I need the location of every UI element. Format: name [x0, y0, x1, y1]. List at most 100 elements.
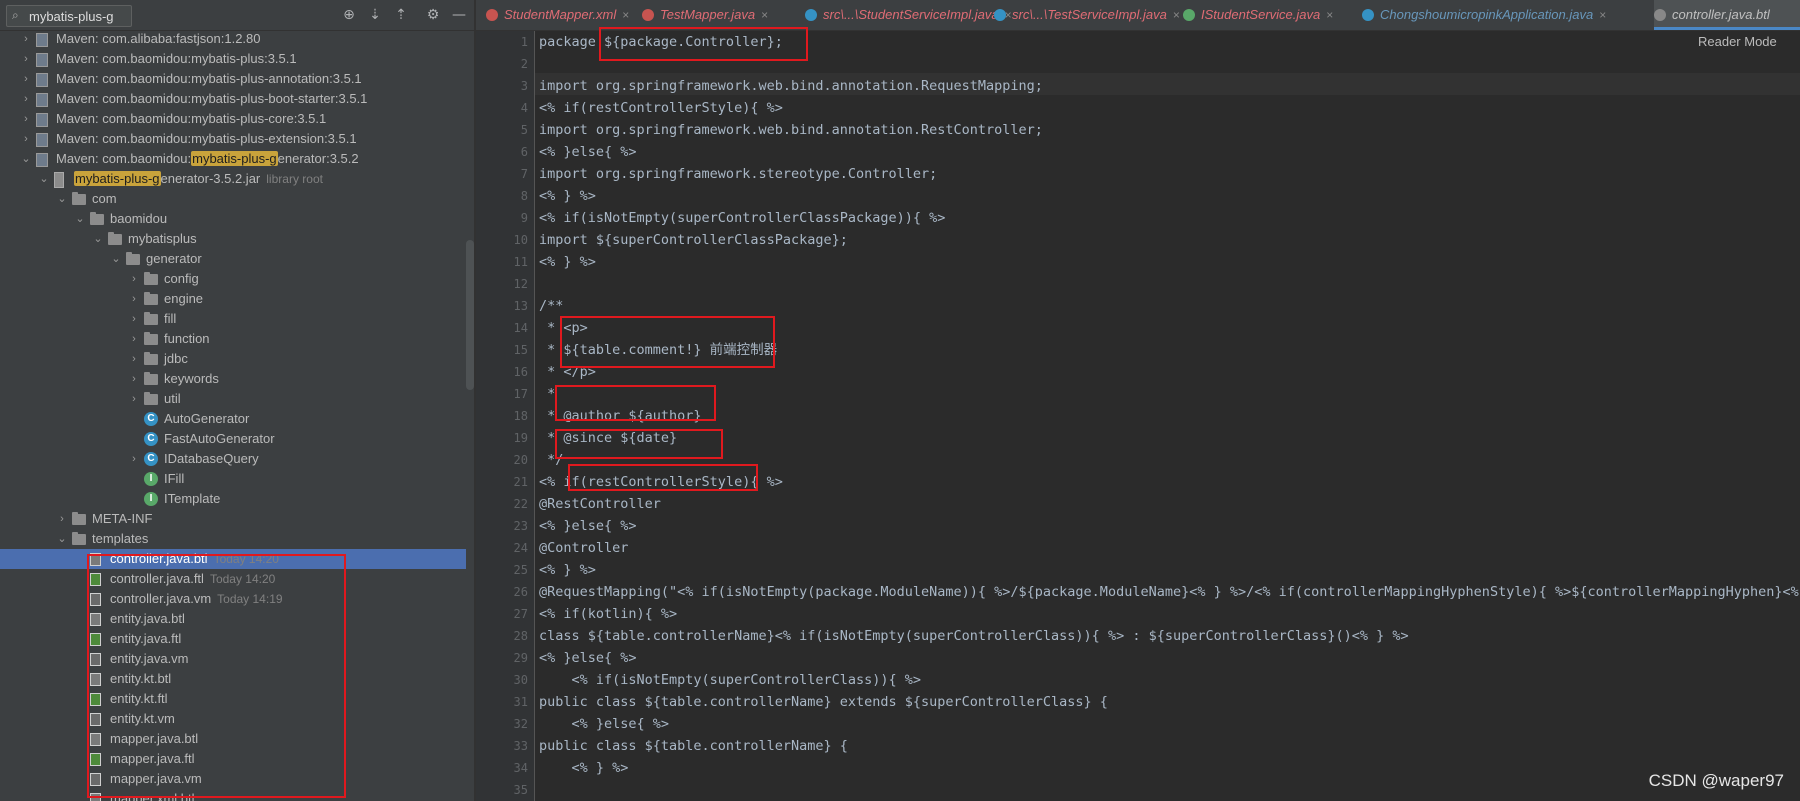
editor-tab[interactable]: src\...\TestServiceImpl.java ×	[994, 0, 1180, 30]
chevron-right-icon[interactable]: ›	[20, 49, 32, 69]
collapse-all-icon[interactable]: ⇡	[392, 5, 410, 25]
editor-tab[interactable]: src\...\StudentServiceImpl.java ×	[805, 0, 1012, 30]
code-line[interactable]: * @author ${author}	[539, 405, 701, 427]
code-line[interactable]: import org.springframework.web.bind.anno…	[539, 75, 1043, 97]
code-line[interactable]: @Controller	[539, 537, 628, 559]
code-line[interactable]: <% }else{ %>	[539, 713, 670, 735]
chevron-right-icon[interactable]: ›	[128, 449, 140, 469]
tree-search-box[interactable]: ⌕ mybatis-plus-g	[6, 5, 132, 27]
code-line[interactable]: */	[539, 449, 563, 471]
tree-row[interactable]: I IFill	[0, 469, 466, 489]
chevron-down-icon[interactable]: ⌄	[38, 169, 50, 189]
hide-panel-icon[interactable]: —	[450, 5, 468, 25]
tree-row[interactable]: › function	[0, 329, 466, 349]
tree-row[interactable]: controller.java.btl Today 14:20	[0, 549, 466, 569]
code-line[interactable]: /**	[539, 295, 563, 317]
tree-row[interactable]: › C IDatabaseQuery	[0, 449, 466, 469]
gear-icon[interactable]: ⚙	[424, 5, 442, 25]
code-line[interactable]: <% } %>	[539, 757, 629, 779]
code-line[interactable]: <% }else{ %>	[539, 141, 637, 163]
tree-scrollbar[interactable]	[466, 240, 474, 390]
code-line[interactable]: public class ${table.controllerName} ext…	[539, 691, 1108, 713]
tree-row[interactable]: entity.java.vm	[0, 649, 466, 669]
code-line[interactable]: @RestController	[539, 493, 661, 515]
tree-row[interactable]: mapper.java.ftl	[0, 749, 466, 769]
tree-row[interactable]: C FastAutoGenerator	[0, 429, 466, 449]
chevron-right-icon[interactable]: ›	[128, 309, 140, 329]
code-line[interactable]: class ${table.controllerName}<% if(isNot…	[539, 625, 1409, 647]
editor-tab[interactable]: controller.java.btl	[1654, 0, 1800, 30]
editor-tab[interactable]: TestMapper.java ×	[642, 0, 800, 30]
code-line[interactable]: <% if(restControllerStyle){ %>	[539, 471, 783, 493]
code-line[interactable]: import org.springframework.web.bind.anno…	[539, 119, 1043, 141]
tree-row[interactable]: › Maven: com.baomidou:mybatis-plus-core:3…	[0, 109, 466, 129]
tree-row[interactable]: entity.kt.vm	[0, 709, 466, 729]
chevron-down-icon[interactable]: ⌄	[74, 209, 86, 229]
tree-row[interactable]: mapper.java.btl	[0, 729, 466, 749]
code-line[interactable]: <% } %>	[539, 251, 596, 273]
chevron-down-icon[interactable]: ⌄	[92, 229, 104, 249]
code-editor[interactable]: package ${package.Controller}; import org…	[535, 31, 1800, 801]
code-line[interactable]: <% if(isNotEmpty(superControllerClassPac…	[539, 207, 945, 229]
tree-row[interactable]: ⌄ baomidou	[0, 209, 466, 229]
code-line[interactable]: *	[539, 383, 555, 405]
locate-icon[interactable]: ⊕	[340, 5, 358, 25]
tree-search-input[interactable]: mybatis-plus-g	[29, 9, 114, 24]
tree-row[interactable]: ⌄ mybatis-plus-generator-3.5.2.jar library…	[0, 169, 466, 189]
tree-row[interactable]: › keywords	[0, 369, 466, 389]
close-icon[interactable]: ×	[761, 8, 768, 22]
editor-tab[interactable]: IStudentService.java ×	[1183, 0, 1358, 30]
chevron-right-icon[interactable]: ›	[20, 69, 32, 89]
tree-row[interactable]: › engine	[0, 289, 466, 309]
code-line[interactable]: <% if(isNotEmpty(superControllerClass)){…	[539, 669, 922, 691]
code-line[interactable]: * ${table.comment!} 前端控制器	[539, 339, 777, 361]
code-line[interactable]: <% }else{ %>	[539, 515, 637, 537]
tree-row[interactable]: mapper.xml.btl	[0, 789, 466, 801]
tree-row[interactable]: controller.java.ftl Today 14:20	[0, 569, 466, 589]
tree-row[interactable]: ⌄ templates	[0, 529, 466, 549]
tree-row[interactable]: ⌄ com	[0, 189, 466, 209]
code-line[interactable]: import ${superControllerClassPackage};	[539, 229, 848, 251]
code-line[interactable]: @RequestMapping("<% if(isNotEmpty(packag…	[539, 581, 1800, 603]
tree-row[interactable]: entity.java.btl	[0, 609, 466, 629]
tree-row[interactable]: › fill	[0, 309, 466, 329]
tree-row[interactable]: ⌄ mybatisplus	[0, 229, 466, 249]
chevron-right-icon[interactable]: ›	[128, 329, 140, 349]
code-line[interactable]: <% if(restControllerStyle){ %>	[539, 97, 783, 119]
code-line[interactable]: * @since ${date}	[539, 427, 677, 449]
tree-row[interactable]: ⌄ generator	[0, 249, 466, 269]
close-icon[interactable]: ×	[622, 8, 629, 22]
chevron-right-icon[interactable]: ›	[128, 389, 140, 409]
tree-row[interactable]: › Maven: com.baomidou:mybatis-plus:3.5.1	[0, 49, 466, 69]
chevron-down-icon[interactable]: ⌄	[20, 149, 32, 169]
tree-row[interactable]: controller.java.vm Today 14:19	[0, 589, 466, 609]
tree-row[interactable]: › Maven: com.baomidou:mybatis-plus-annota…	[0, 69, 466, 89]
tree-row[interactable]: › jdbc	[0, 349, 466, 369]
code-line[interactable]: import org.springframework.stereotype.Co…	[539, 163, 937, 185]
tree-row[interactable]: C AutoGenerator	[0, 409, 466, 429]
close-icon[interactable]: ×	[1173, 8, 1180, 22]
code-line[interactable]: package ${package.Controller};	[539, 31, 783, 53]
chevron-down-icon[interactable]: ⌄	[56, 189, 68, 209]
code-line[interactable]: <% } %>	[539, 559, 596, 581]
code-line[interactable]: * <p>	[539, 317, 588, 339]
tree-row[interactable]: › config	[0, 269, 466, 289]
tree-row[interactable]: › Maven: com.alibaba:fastjson:1.2.80	[0, 29, 466, 49]
tree-row[interactable]: › Maven: com.baomidou:mybatis-plus-extens…	[0, 129, 466, 149]
editor-tab[interactable]: StudentMapper.xml ×	[486, 0, 638, 30]
code-line[interactable]: <% } %>	[539, 185, 596, 207]
tree-row[interactable]: entity.kt.btl	[0, 669, 466, 689]
expand-all-icon[interactable]: ⇣	[366, 5, 384, 25]
tree-row[interactable]: entity.kt.ftl	[0, 689, 466, 709]
editor-tab[interactable]: ChongshoumicropinkApplication.java ×	[1362, 0, 1650, 30]
code-line[interactable]: <% if(kotlin){ %>	[539, 603, 677, 625]
reader-mode-toggle[interactable]: Reader Mode	[1698, 34, 1777, 49]
chevron-right-icon[interactable]: ›	[128, 289, 140, 309]
code-line[interactable]: public class ${table.controllerName} {	[539, 735, 848, 757]
close-icon[interactable]: ×	[1326, 8, 1333, 22]
chevron-right-icon[interactable]: ›	[20, 89, 32, 109]
tree-row[interactable]: entity.java.ftl	[0, 629, 466, 649]
tree-row[interactable]: › util	[0, 389, 466, 409]
tree-row[interactable]: › Maven: com.baomidou:mybatis-plus-boot-s…	[0, 89, 466, 109]
chevron-right-icon[interactable]: ›	[20, 29, 32, 49]
